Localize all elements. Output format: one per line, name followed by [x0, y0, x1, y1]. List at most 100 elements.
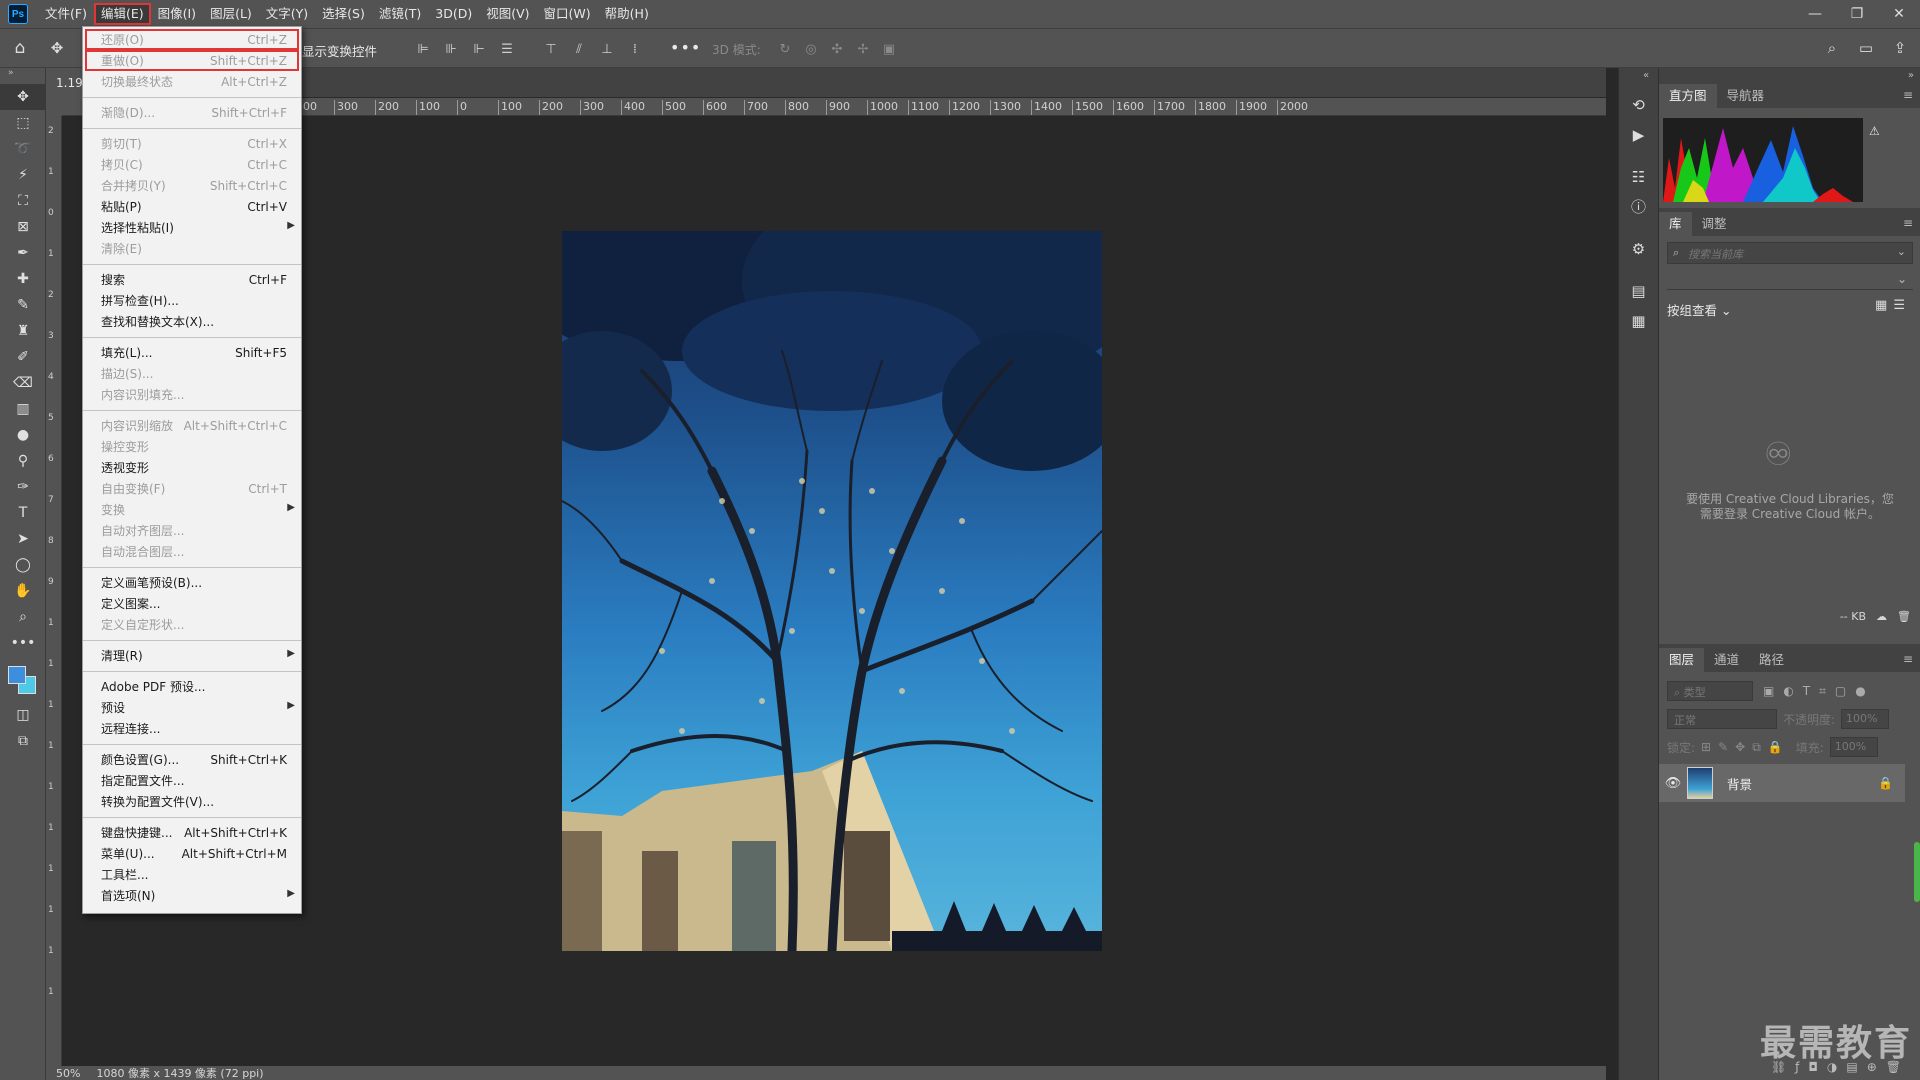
menu-5[interactable]: 选择(S)	[315, 3, 372, 25]
libraries-icon[interactable]: ▤	[1619, 276, 1658, 306]
menu-10[interactable]: 帮助(H)	[598, 3, 656, 25]
tab-channels[interactable]: 通道	[1704, 648, 1749, 672]
menu-0[interactable]: 文件(F)	[38, 3, 94, 25]
edit-menu-item[interactable]: 变换 ▶	[83, 499, 301, 520]
layers-menu-icon[interactable]: ≡	[1903, 652, 1913, 666]
menu-4[interactable]: 文字(Y)	[259, 3, 315, 25]
foreground-color-swatch[interactable]	[8, 666, 26, 684]
layer-row[interactable]: 👁 背景 🔒	[1659, 764, 1905, 802]
group-view-dropdown[interactable]: 按组查看 ⌄	[1667, 300, 1731, 319]
eyedropper-tool-icon[interactable]: ✒	[0, 240, 46, 266]
chevron-down-icon[interactable]: ⌄	[1897, 245, 1906, 258]
marquee-tool-icon[interactable]: ⬚	[0, 110, 46, 136]
document-info[interactable]: 1080 像素 x 1439 像素 (72 ppi)	[90, 1065, 263, 1080]
distribute-vertical-icon[interactable]: ⁞	[624, 39, 646, 59]
properties-icon[interactable]: ⚙	[1619, 234, 1658, 264]
edit-menu-item[interactable]: 工具栏...	[83, 864, 301, 885]
gradient-tool-icon[interactable]: ▥	[0, 396, 46, 422]
search-icon[interactable]: ⌕	[1822, 39, 1842, 57]
info-icon[interactable]: ⓘ	[1619, 192, 1658, 222]
history-icon[interactable]: ⟲	[1619, 90, 1658, 120]
layer-kind-filter[interactable]: ⌕ 类型	[1667, 681, 1753, 701]
move-tool-icon[interactable]: ✥	[0, 84, 46, 110]
cache-warning-icon[interactable]: ⚠	[1869, 124, 1880, 138]
quick-mask-icon[interactable]: ◫	[0, 702, 46, 728]
menu-8[interactable]: 视图(V)	[479, 3, 536, 25]
menu-3[interactable]: 图层(L)	[203, 3, 259, 25]
edit-menu-item[interactable]: 填充(L)... Shift+F5	[83, 342, 301, 363]
fill-input[interactable]: 100%	[1829, 737, 1878, 757]
edit-menu-item[interactable]: 合并拷贝(Y) Shift+Ctrl+C	[83, 175, 301, 196]
library-select[interactable]: ⌄	[1667, 270, 1913, 290]
lasso-tool-icon[interactable]: ➰	[0, 136, 46, 162]
ellipse-tool-icon[interactable]: ◯	[0, 552, 46, 578]
type-tool-icon[interactable]: T	[0, 500, 46, 526]
tab-navigator[interactable]: 导航器	[1717, 84, 1775, 108]
menu-7[interactable]: 3D(D)	[428, 3, 479, 25]
edit-menu-item[interactable]: 自动混合图层...	[83, 541, 301, 562]
edit-menu-item[interactable]: 自动对齐图层...	[83, 520, 301, 541]
slide-icon[interactable]: ✢	[852, 39, 874, 59]
histogram-menu-icon[interactable]: ≡	[1903, 88, 1913, 102]
minimize-button[interactable]: —	[1794, 0, 1836, 28]
healing-brush-tool-icon[interactable]: ✚	[0, 266, 46, 292]
menu-6[interactable]: 滤镜(T)	[372, 3, 428, 25]
edit-menu-item[interactable]: 定义自定形状...	[83, 614, 301, 635]
menu-9[interactable]: 窗口(W)	[537, 3, 598, 25]
edit-menu-item[interactable]: 还原(O) Ctrl+Z	[85, 29, 299, 50]
crop-tool-icon[interactable]: ⛶	[0, 188, 46, 214]
align-top-icon[interactable]: ⊤	[540, 39, 562, 59]
edit-menu-item[interactable]: 透视变形	[83, 457, 301, 478]
align-left-icon[interactable]: ⊫	[412, 39, 434, 59]
edit-menu-item[interactable]: 拷贝(C) Ctrl+C	[83, 154, 301, 175]
menu-1[interactable]: 编辑(E)	[93, 3, 151, 25]
document-image[interactable]	[562, 231, 1102, 951]
edit-menu-item[interactable]: 切换最终状态 Alt+Ctrl+Z	[83, 71, 301, 92]
tab-histogram[interactable]: 直方图	[1659, 84, 1717, 108]
blend-mode-select[interactable]: 正常	[1667, 709, 1777, 729]
edit-menu-item[interactable]: Adobe PDF 预设...	[83, 676, 301, 697]
opacity-input[interactable]: 100%	[1841, 709, 1890, 729]
show-transform-controls-label[interactable]: 显示变换控件	[302, 41, 377, 60]
clone-stamp-tool-icon[interactable]: ♜	[0, 318, 46, 344]
align-bottom-icon[interactable]: ⊥	[596, 39, 618, 59]
edit-menu-item[interactable]: 搜索 Ctrl+F	[83, 269, 301, 290]
edit-menu-item[interactable]: 清除(E)	[83, 238, 301, 259]
edit-menu-item[interactable]: 指定配置文件...	[83, 770, 301, 791]
path-selection-tool-icon[interactable]: ➤	[0, 526, 46, 552]
edit-menu-item[interactable]: 颜色设置(G)... Shift+Ctrl+K	[83, 749, 301, 770]
edit-menu-item[interactable]: 定义图案...	[83, 593, 301, 614]
edit-menu-item[interactable]: 拼写检查(H)...	[83, 290, 301, 311]
notes-icon[interactable]: ▦	[1619, 306, 1658, 336]
edit-menu-item[interactable]: 选择性粘贴(I) ▶	[83, 217, 301, 238]
screen-mode-icon[interactable]: ⧉	[0, 728, 46, 754]
share-icon[interactable]: ⇪	[1890, 39, 1910, 57]
list-view-icon[interactable]: ☰	[1893, 298, 1911, 313]
align-center-icon[interactable]: ⊪	[440, 39, 462, 59]
edit-toolbar-icon[interactable]: •••	[0, 630, 46, 656]
edit-menu-item[interactable]: 内容识别填充...	[83, 384, 301, 405]
eraser-tool-icon[interactable]: ⌫	[0, 370, 46, 396]
edit-menu-item[interactable]: 菜单(U)... Alt+Shift+Ctrl+M	[83, 843, 301, 864]
blur-tool-icon[interactable]: ●	[0, 422, 46, 448]
dodge-tool-icon[interactable]: ⚲	[0, 448, 46, 474]
align-right-icon[interactable]: ⊩	[468, 39, 490, 59]
brush-settings-icon[interactable]: ☷	[1619, 162, 1658, 192]
more-options-button[interactable]: •••	[670, 38, 701, 57]
edit-menu-item[interactable]: 自由变换(F) Ctrl+T	[83, 478, 301, 499]
edit-menu-item[interactable]: 预设 ▶	[83, 697, 301, 718]
align-middle-icon[interactable]: ⫽	[568, 39, 590, 59]
distribute-icon[interactable]: ☰	[496, 39, 518, 59]
magic-wand-tool-icon[interactable]: ⚡	[0, 162, 46, 188]
edit-menu-item[interactable]: 重做(O) Shift+Ctrl+Z	[85, 50, 299, 71]
layer-filter-icons[interactable]: ▣◐T⌗▢●	[1763, 684, 1875, 699]
cloud-sync-icon[interactable]: ☁	[1876, 610, 1887, 623]
edit-menu-item[interactable]: 键盘快捷键... Alt+Shift+Ctrl+K	[83, 822, 301, 843]
edit-menu-item[interactable]: 清理(R) ▶	[83, 645, 301, 666]
collapse-icon[interactable]: «	[1643, 70, 1649, 81]
lock-icons[interactable]: ⊞✎✥⧉🔒	[1701, 740, 1790, 755]
edit-menu-item[interactable]: 内容识别缩放 Alt+Shift+Ctrl+C	[83, 415, 301, 436]
move-tool-icon[interactable]: ✥	[40, 39, 74, 57]
visibility-eye-icon[interactable]: 👁	[1659, 776, 1687, 791]
panel-scrollbar[interactable]	[1914, 842, 1920, 902]
